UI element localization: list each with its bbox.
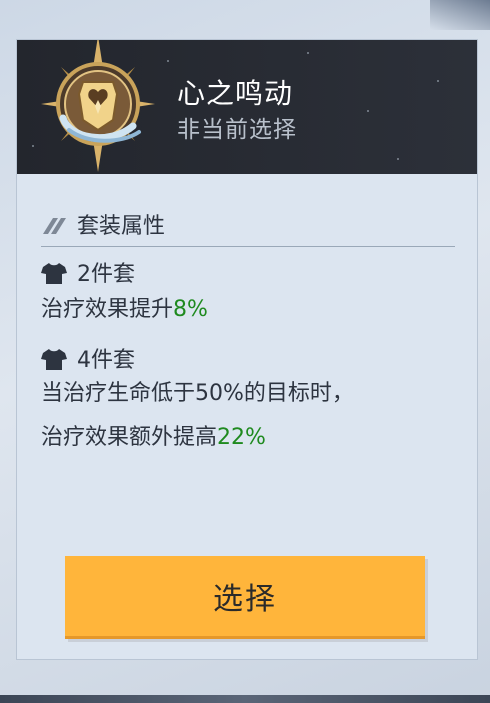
shirt-icon — [41, 263, 67, 284]
selection-status: 非当前选择 — [177, 117, 297, 143]
set4-desc-text: 治疗效果额外提高 — [41, 425, 218, 450]
set4-description-line1: 当治疗生命低于50%的目标时， — [41, 381, 354, 406]
double-slash-icon — [43, 218, 66, 234]
set-title: 心之鸣动 — [177, 77, 294, 110]
section-title: 套装属性 — [77, 214, 166, 239]
set4-value: 22% — [217, 425, 266, 450]
set2-label: 2件套 — [41, 256, 135, 288]
star-particle — [167, 60, 169, 62]
background-corner — [430, 0, 490, 30]
heart-shield-emblem-icon — [41, 40, 155, 172]
set4-label-text: 4件套 — [77, 348, 135, 373]
star-particle — [32, 145, 34, 147]
relic-set-card: 心之鸣动 非当前选择 套装属性 2件套 治疗效果提升8% 4件套 当治疗生命低于… — [17, 40, 477, 659]
set4-description-line2: 治疗效果额外提高22% — [41, 418, 266, 458]
set-attributes-header: 套装属性 — [41, 208, 455, 247]
star-particle — [437, 80, 439, 82]
star-particle — [367, 110, 369, 112]
select-button[interactable]: 选择 — [65, 556, 425, 639]
set4-label: 4件套 — [41, 342, 135, 374]
star-particle — [397, 158, 399, 160]
background-bottom-bar — [0, 695, 490, 703]
card-header: 心之鸣动 非当前选择 — [17, 40, 477, 174]
star-particle — [307, 52, 309, 54]
shirt-icon — [41, 349, 67, 370]
set2-label-text: 2件套 — [77, 262, 135, 287]
set2-value: 8% — [173, 297, 208, 322]
set2-desc-text: 治疗效果提升 — [41, 297, 174, 322]
set2-description: 治疗效果提升8% — [41, 290, 208, 330]
